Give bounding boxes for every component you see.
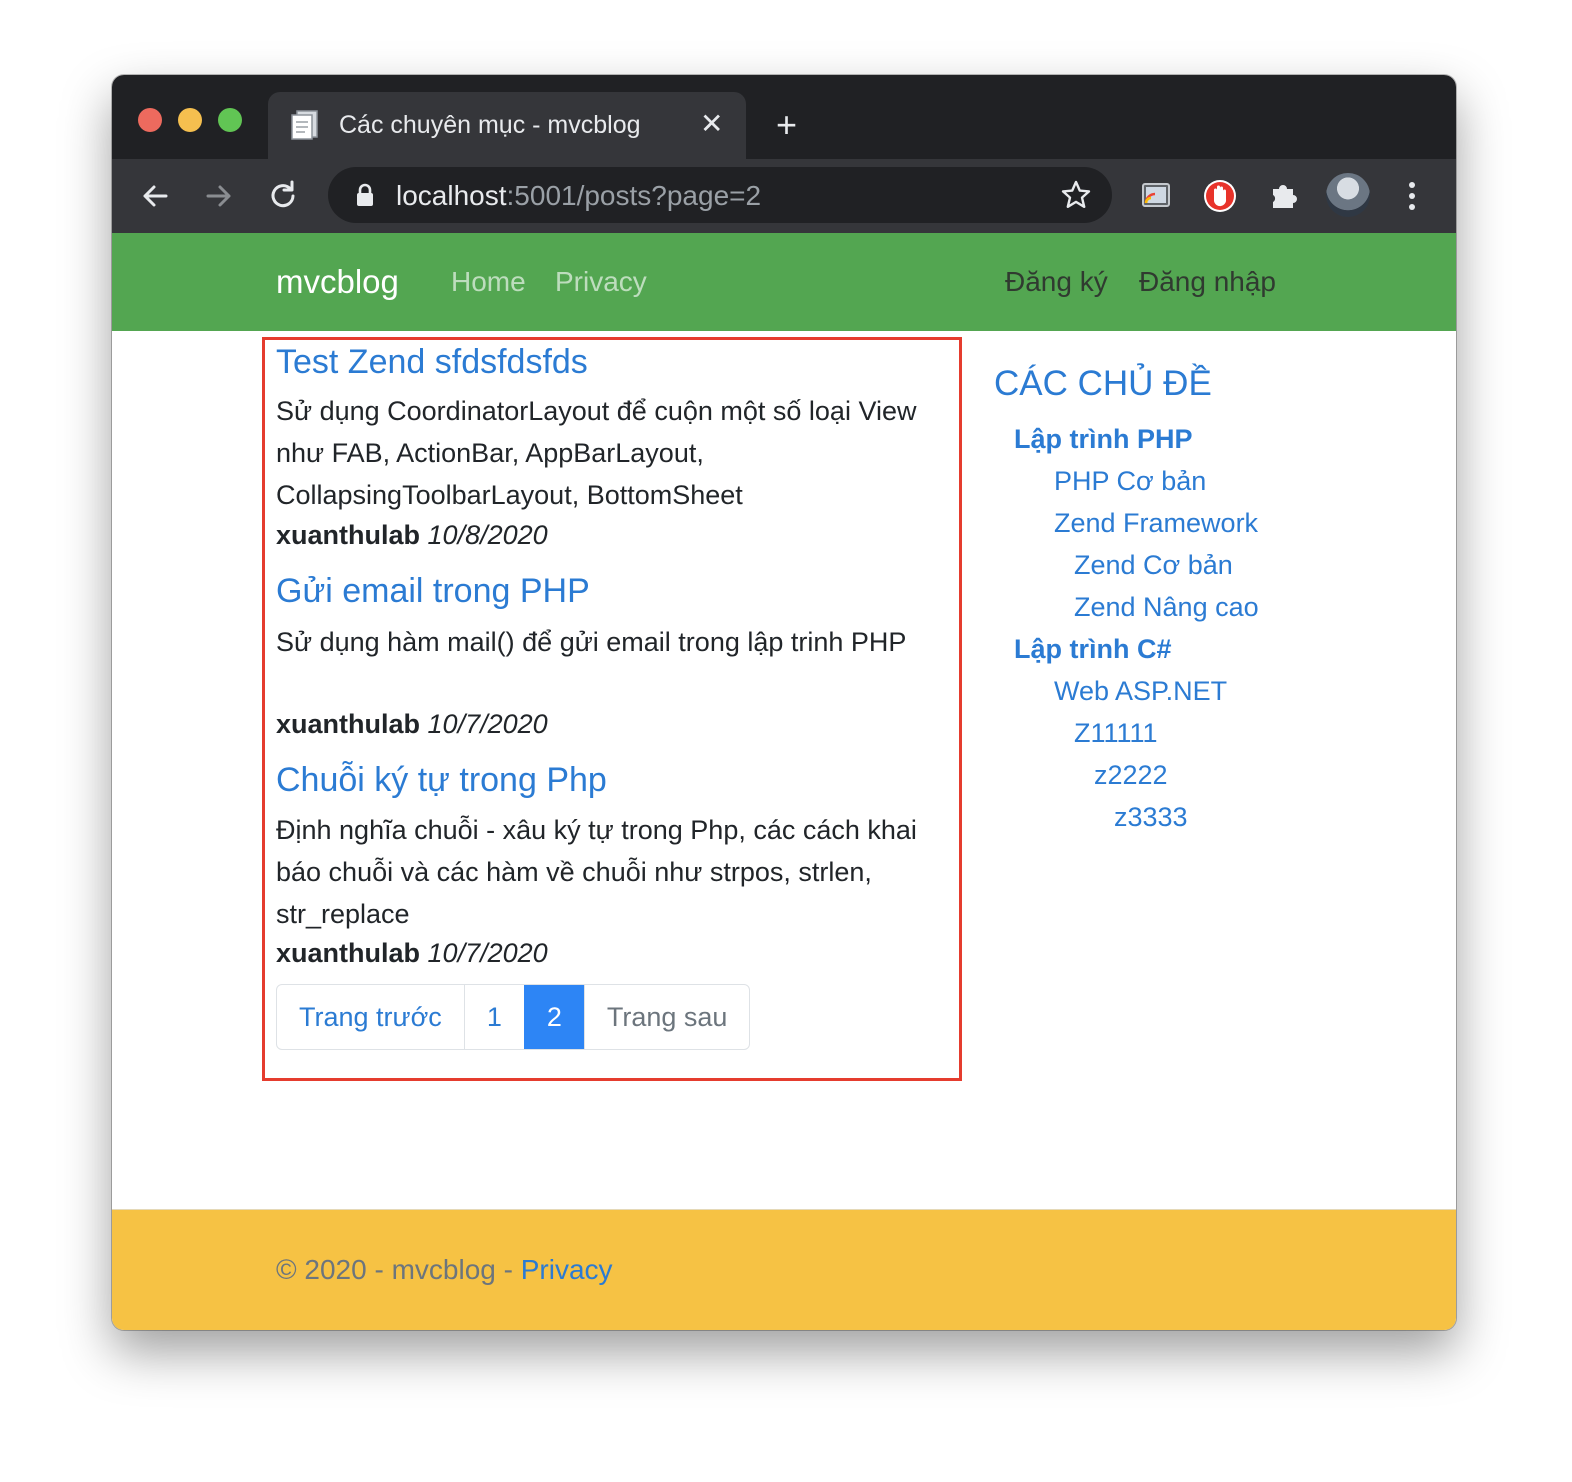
extensions-puzzle-icon[interactable]: [1265, 177, 1303, 215]
category-zend-co-ban[interactable]: Zend Cơ bản: [1074, 550, 1233, 581]
post-title-link[interactable]: Gửi email trong PHP: [276, 572, 590, 611]
post-title-link[interactable]: Test Zend sfdsfdsfds: [276, 343, 588, 382]
bookmark-star-icon[interactable]: [1060, 179, 1092, 211]
brand-link[interactable]: mvcblog: [276, 263, 399, 301]
zoom-window-button[interactable]: [218, 108, 242, 132]
url-text: localhost:5001/posts?page=2: [396, 180, 761, 212]
pagination-prev-button[interactable]: Trang trước: [277, 985, 464, 1049]
category-z2222[interactable]: z2222: [1094, 760, 1168, 791]
pagination-page-2-active[interactable]: 2: [523, 985, 584, 1049]
post-date: 10/8/2020: [427, 520, 548, 550]
adblock-icon[interactable]: [1201, 177, 1239, 215]
sidebar-heading: CÁC CHỦ ĐỀ: [994, 364, 1212, 403]
post-meta: xuanthulab 10/8/2020: [276, 520, 548, 551]
close-window-button[interactable]: [138, 108, 162, 132]
nav-link-home[interactable]: Home: [451, 266, 526, 298]
category-z3333[interactable]: z3333: [1114, 802, 1188, 833]
chrome-menu-icon[interactable]: [1402, 179, 1422, 213]
reload-icon[interactable]: [266, 179, 300, 213]
minimize-window-button[interactable]: [178, 108, 202, 132]
pagination-next-button[interactable]: Trang sau: [583, 985, 750, 1049]
new-tab-button[interactable]: +: [776, 105, 797, 145]
active-tab[interactable]: Các chuyên mục - mvcblog ✕: [268, 92, 746, 159]
tab-strip: Các chuyên mục - mvcblog ✕ +: [112, 75, 1456, 159]
site-footer: © 2020 - mvcblog - Privacy: [112, 1209, 1456, 1330]
post-date: 10/7/2020: [427, 938, 548, 968]
post-author: xuanthulab: [276, 520, 421, 550]
category-z11111[interactable]: Z11111: [1074, 718, 1158, 749]
footer-copyright: © 2020 - mvcblog - Privacy: [276, 1254, 613, 1286]
post-meta: xuanthulab 10/7/2020: [276, 938, 548, 969]
cast-icon[interactable]: [1137, 177, 1175, 215]
login-link[interactable]: Đăng nhập: [1139, 266, 1276, 298]
lock-icon[interactable]: [354, 183, 376, 207]
post-author: xuanthulab: [276, 938, 421, 968]
browser-toolbar: localhost:5001/posts?page=2: [112, 159, 1456, 233]
url-path: :5001/posts?page=2: [506, 180, 762, 211]
post-meta: xuanthulab 10/7/2020: [276, 709, 548, 740]
document-favicon-icon: [291, 110, 318, 140]
profile-avatar[interactable]: [1326, 173, 1370, 217]
nav-link-privacy[interactable]: Privacy: [555, 266, 647, 298]
category-zend-framework[interactable]: Zend Framework: [1054, 508, 1258, 539]
post-description: Sử dụng CoordinatorLayout để cuộn một số…: [276, 396, 917, 510]
post-title-link[interactable]: Chuỗi ký tự trong Php: [276, 761, 607, 800]
pagination-page-1[interactable]: 1: [463, 985, 524, 1049]
url-host: localhost: [396, 180, 507, 211]
browser-window: Các chuyên mục - mvcblog ✕ + localhost:5…: [112, 75, 1456, 1330]
address-bar[interactable]: localhost:5001/posts?page=2: [328, 167, 1112, 223]
register-link[interactable]: Đăng ký: [1005, 266, 1108, 298]
post-date: 10/7/2020: [427, 709, 548, 739]
post-description: Định nghĩa chuỗi - xâu ký tự trong Php, …: [276, 815, 917, 929]
footer-privacy-link[interactable]: Privacy: [521, 1254, 613, 1285]
category-web-aspnet[interactable]: Web ASP.NET: [1054, 676, 1227, 707]
tab-title: Các chuyên mục - mvcblog: [339, 111, 641, 139]
close-tab-icon[interactable]: ✕: [700, 108, 723, 140]
pagination: Trang trước 1 2 Trang sau: [276, 984, 751, 1050]
category-lap-trinh-csharp[interactable]: Lập trình C#: [1014, 634, 1172, 665]
site-navbar: mvcblog Home Privacy Đăng ký Đăng nhập: [112, 233, 1456, 331]
category-lap-trinh-php[interactable]: Lập trình PHP: [1014, 424, 1193, 455]
category-php-co-ban[interactable]: PHP Cơ bản: [1054, 466, 1206, 497]
post-author: xuanthulab: [276, 709, 421, 739]
post-description: Sử dụng hàm mail() để gửi email trong lậ…: [276, 627, 907, 657]
forward-arrow-icon[interactable]: [202, 179, 236, 213]
category-zend-nang-cao[interactable]: Zend Nâng cao: [1074, 592, 1259, 623]
footer-copyright-text: © 2020 - mvcblog -: [276, 1254, 521, 1285]
back-arrow-icon[interactable]: [138, 179, 172, 213]
